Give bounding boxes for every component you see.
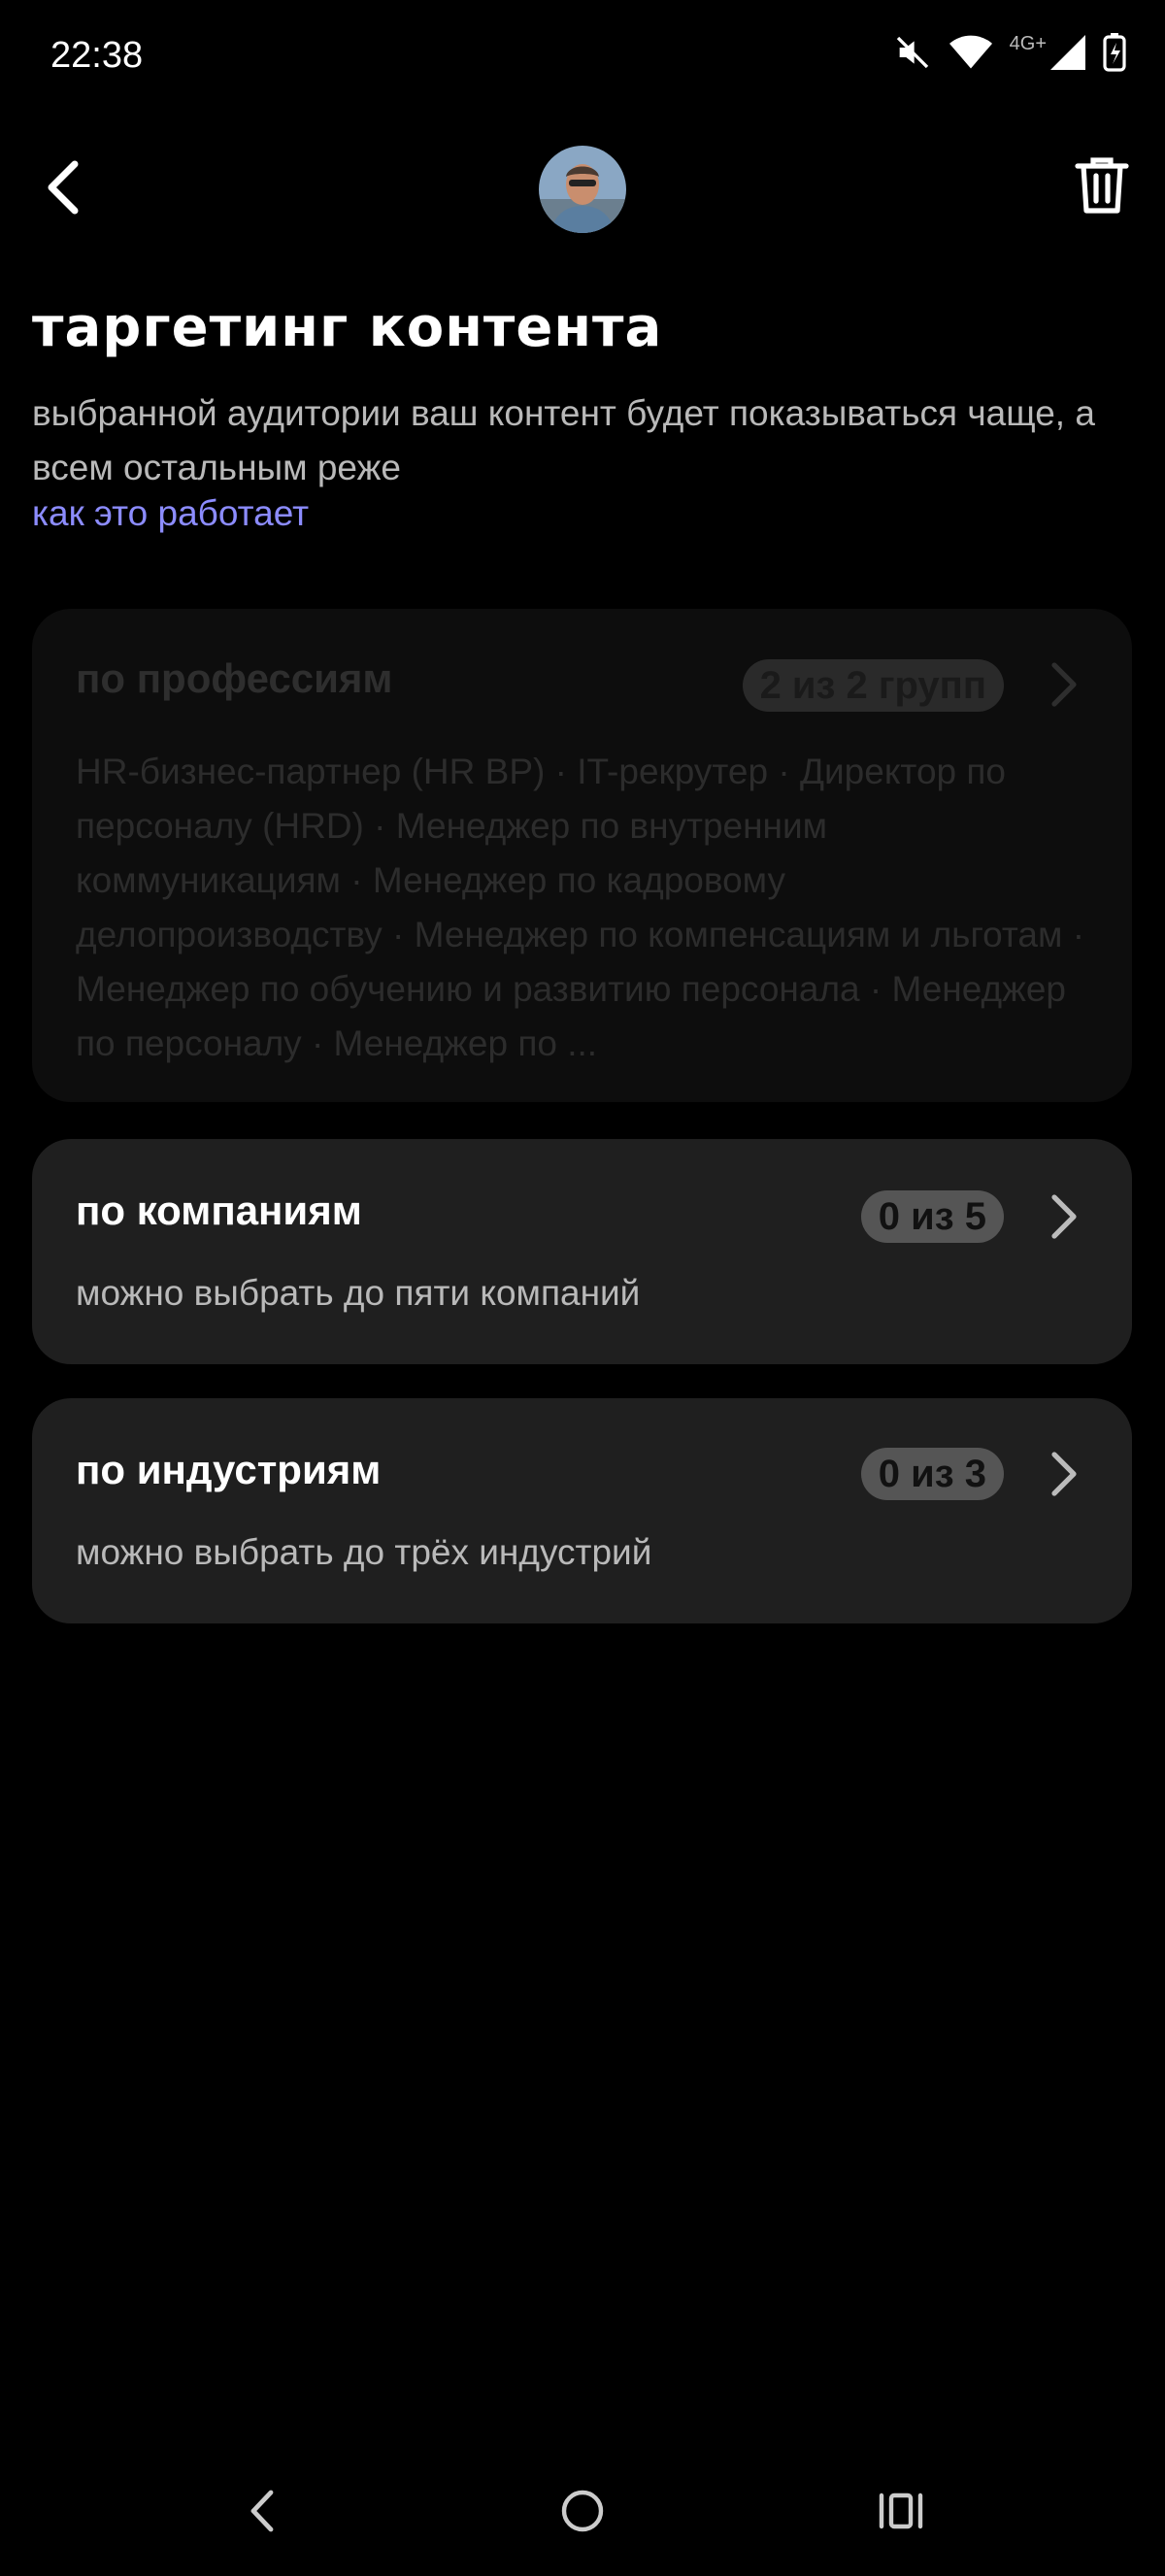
companies-badge: 0 из 5 bbox=[860, 1190, 1004, 1243]
nav-recents-icon bbox=[878, 2492, 924, 2535]
avatar[interactable] bbox=[539, 146, 626, 233]
battery-charging-icon bbox=[1103, 33, 1126, 72]
companies-card[interactable]: по компаниям 0 из 5 можно выбрать до пят… bbox=[32, 1139, 1132, 1364]
industries-card[interactable]: по индустриям 0 из 3 можно выбрать до тр… bbox=[32, 1398, 1132, 1623]
nav-home-button[interactable] bbox=[549, 2479, 616, 2547]
back-button[interactable] bbox=[29, 155, 97, 223]
system-nav-bar bbox=[0, 2450, 1165, 2576]
chevron-right-icon bbox=[1045, 1445, 1083, 1503]
industries-title: по индустриям bbox=[76, 1447, 382, 1492]
top-nav bbox=[0, 136, 1165, 243]
network-label: 4G+ bbox=[1009, 32, 1047, 54]
nav-back-icon bbox=[248, 2489, 277, 2538]
professions-list: HR-бизнес-партнер (HR BP) · IT-рекрутер … bbox=[76, 752, 1085, 1063]
status-bar: 22:38 4G+ bbox=[0, 0, 1165, 117]
nav-back-button[interactable] bbox=[228, 2479, 296, 2547]
professions-badge: 2 из 2 групп bbox=[742, 659, 1004, 712]
chevron-left-icon bbox=[44, 158, 83, 221]
page-title: таргетинг контента bbox=[32, 296, 663, 359]
professions-title: по профессиям bbox=[76, 655, 393, 701]
industries-badge: 0 из 3 bbox=[860, 1448, 1004, 1500]
signal-icon bbox=[1050, 35, 1085, 70]
page-description: выбранной аудитории ваш контент будет по… bbox=[32, 393, 1095, 487]
companies-title: по компаниям bbox=[76, 1188, 362, 1233]
mute-icon bbox=[893, 33, 932, 72]
delete-button[interactable] bbox=[1068, 153, 1136, 221]
trash-icon bbox=[1074, 154, 1130, 221]
status-time: 22:38 bbox=[50, 35, 144, 76]
wifi-icon bbox=[949, 33, 992, 72]
industries-subtitle: можно выбрать до трёх индустрий bbox=[76, 1532, 652, 1572]
professions-card[interactable]: по профессиям 2 из 2 групп HR-бизнес-пар… bbox=[32, 609, 1132, 1102]
nav-recents-button[interactable] bbox=[867, 2479, 935, 2547]
how-it-works-link[interactable]: как это работает bbox=[32, 493, 309, 534]
nav-home-icon bbox=[560, 2489, 605, 2538]
chevron-right-icon bbox=[1045, 1188, 1083, 1246]
companies-subtitle: можно выбрать до пяти компаний bbox=[76, 1273, 641, 1313]
status-icons: 4G+ bbox=[893, 33, 1126, 72]
chevron-right-icon bbox=[1045, 655, 1083, 714]
